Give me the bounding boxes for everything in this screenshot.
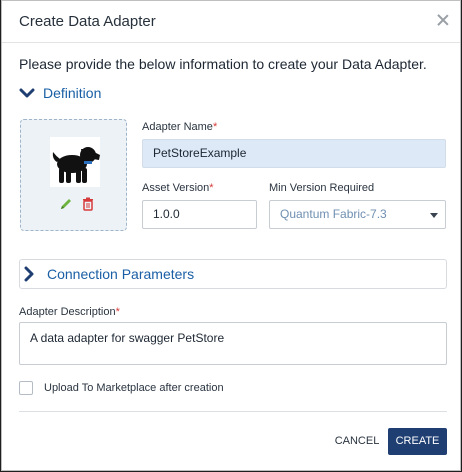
dialog-title: Create Data Adapter — [19, 13, 156, 30]
min-version-select[interactable]: Quantum Fabric-7.3 — [269, 200, 446, 229]
adapter-description-label: Adapter Description* — [19, 306, 120, 318]
required-mark: * — [209, 182, 214, 194]
definition-section-toggle[interactable]: Definition — [19, 85, 101, 101]
adapter-description-textarea[interactable]: A data adapter for swagger PetStore — [19, 322, 447, 365]
required-mark: * — [212, 121, 218, 133]
create-data-adapter-dialog: Create Data Adapter Please provide the b… — [1, 0, 461, 471]
footer-divider — [19, 411, 447, 412]
adapter-name-label: Adapter Name* — [142, 121, 218, 133]
adapter-logo-box — [20, 119, 127, 231]
create-button[interactable]: CREATE — [388, 428, 447, 455]
dialog-header: Create Data Adapter — [2, 1, 460, 43]
chevron-down-icon — [19, 88, 35, 98]
connection-parameters-toggle[interactable]: Connection Parameters — [19, 259, 447, 289]
definition-section-label: Definition — [43, 85, 102, 101]
trash-icon[interactable] — [81, 197, 95, 211]
adapter-name-input[interactable]: PetStoreExample — [142, 139, 446, 168]
intro-text: Please provide the below information to … — [19, 56, 427, 72]
chevron-right-icon — [24, 266, 34, 282]
min-version-label: Min Version Required — [269, 182, 375, 194]
close-icon[interactable] — [435, 12, 451, 28]
min-version-value: Quantum Fabric-7.3 — [280, 207, 387, 221]
caret-down-icon — [430, 213, 438, 218]
upload-marketplace-checkbox[interactable] — [19, 381, 33, 395]
connection-parameters-label: Connection Parameters — [47, 266, 195, 282]
pencil-icon[interactable] — [59, 197, 73, 211]
asset-version-input[interactable]: 1.0.0 — [142, 200, 257, 229]
cancel-button[interactable]: CANCEL — [332, 431, 382, 451]
dog-icon — [50, 137, 100, 187]
asset-version-label: Asset Version* — [142, 182, 214, 194]
required-mark: * — [115, 306, 120, 318]
upload-marketplace-label: Upload To Marketplace after creation — [44, 382, 224, 394]
